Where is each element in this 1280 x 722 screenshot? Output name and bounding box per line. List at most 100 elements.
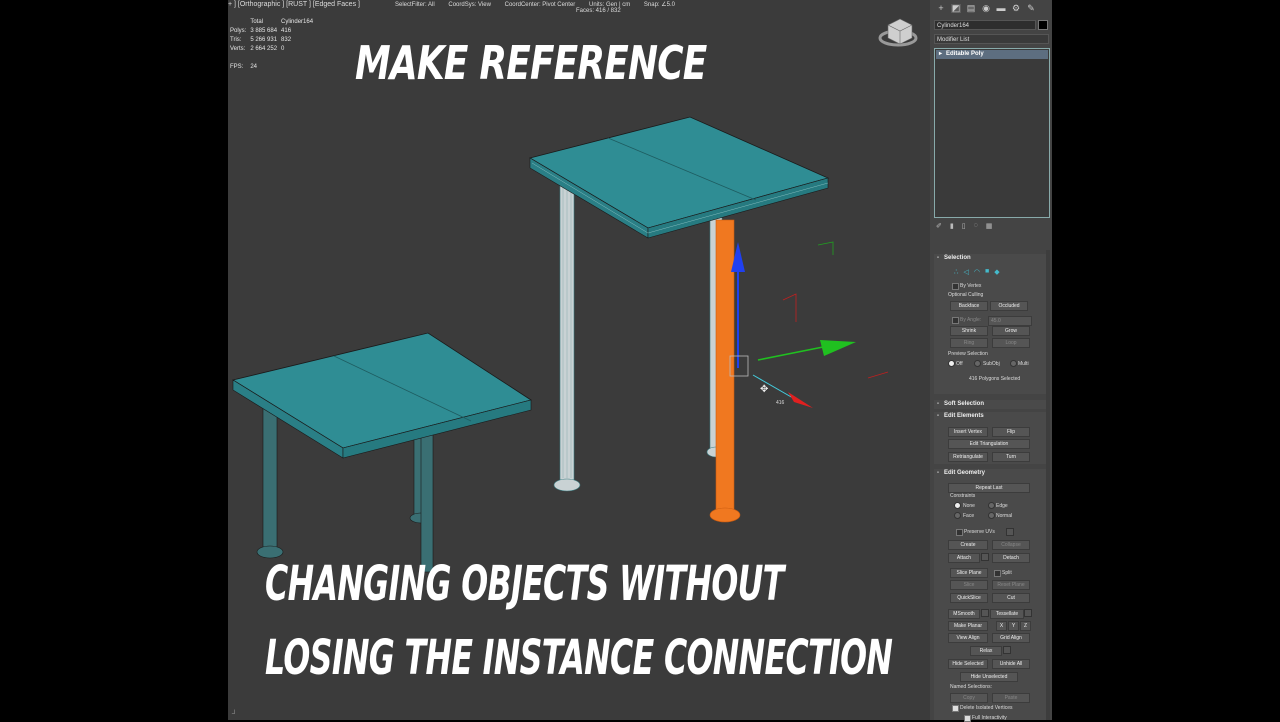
cut-button[interactable]: Cut [992,593,1030,603]
scene-3d[interactable]: ✥ ┘ [228,0,930,720]
constraint-face-radio[interactable] [954,512,961,519]
insert-vertex-button[interactable]: Insert Vertex [948,427,988,437]
select-filter[interactable]: SelectFilter: All [395,2,435,8]
view-align-button[interactable]: View Align [948,633,988,643]
wrench-icon[interactable]: ✎ [1026,4,1036,13]
loop-button[interactable]: Loop [992,338,1030,348]
edit-elements-header[interactable]: Edit Elements [934,412,1046,421]
grow-button[interactable]: Grow [992,326,1030,336]
constraint-normal-label: Normal [996,513,1013,519]
constraint-none-radio[interactable] [954,502,961,509]
slice-plane-button[interactable]: Slice Plane [950,568,988,578]
paste-button[interactable]: Paste [992,693,1030,703]
delete-isolated-label: Delete Isolated Vertices [960,705,1013,711]
slice-button[interactable]: Slice [950,580,988,590]
pin-icon[interactable]: ✐ [936,222,942,230]
hierarchy-icon[interactable]: ▤ [966,4,976,13]
element-icon[interactable]: ◆ [994,268,999,276]
occluded-button[interactable]: Occluded [990,301,1028,311]
hide-selected-button[interactable]: Hide Selected [948,659,988,669]
table-front[interactable] [231,332,532,573]
gizmo-label: 416 [776,400,785,406]
by-angle-checkbox[interactable] [952,317,959,324]
show-end-icon[interactable]: ▮ [950,222,954,230]
create-button[interactable]: Create [948,540,988,550]
quickslice-button[interactable]: QuickSlice [950,593,988,603]
modify-icon[interactable]: ◩ [951,4,961,13]
edge-icon[interactable]: ◁ [963,268,968,276]
preserve-uvs-settings-icon[interactable] [1006,528,1014,536]
viewport-label[interactable]: + ] [Orthographic ] [RUST ] [Edged Faces… [228,1,360,8]
make-unique-icon[interactable]: ▯ [962,222,966,230]
collapse-button[interactable]: Collapse [992,540,1030,550]
angle-spinner[interactable]: 45.0 [988,316,1032,326]
modifier-stack[interactable]: ▸ Editable Poly [934,48,1050,218]
viewport[interactable]: ✥ ┘ + ] [Orthographic ] [RUST ] [Edged F… [228,0,930,720]
expand-icon[interactable]: ▸ [939,50,942,59]
modifier-list-dropdown[interactable]: Modifier List [934,34,1049,44]
constraint-normal-radio[interactable] [988,512,995,519]
coord-center[interactable]: CoordCenter: Pivot Center [505,2,576,8]
unhide-all-button[interactable]: Unhide All [992,659,1030,669]
backface-button[interactable]: Backface [950,301,988,311]
make-planar-button[interactable]: Make Planar [948,621,988,631]
viewcube[interactable] [878,18,918,47]
remove-modifier-icon[interactable]: ◌ [974,222,978,230]
polygon-icon[interactable]: ■ [985,268,989,276]
full-interactivity-checkbox[interactable] [964,715,971,722]
vertex-icon[interactable]: ∴ [954,268,958,276]
tessellate-settings-icon[interactable] [1024,609,1032,617]
reset-plane-button[interactable]: Reset Plane [992,580,1030,590]
border-icon[interactable]: ◠ [974,268,980,276]
relax-settings-icon[interactable] [1003,646,1011,654]
motion-icon[interactable]: ◉ [981,4,991,13]
attach-button[interactable]: Attach [948,553,980,563]
hide-unselected-button[interactable]: Hide Unselected [960,672,1018,682]
preserve-uvs-checkbox[interactable] [956,529,963,536]
edit-geometry-header[interactable]: Edit Geometry [934,469,1046,478]
preview-multi-radio[interactable] [1010,360,1017,367]
panel-scrollbar[interactable] [1046,250,1050,720]
flip-button[interactable]: Flip [992,427,1030,437]
repeat-last-button[interactable]: Repeat Last [948,483,1030,493]
attach-settings-icon[interactable] [981,553,989,561]
copy-button[interactable]: Copy [950,693,988,703]
by-vertex-checkbox[interactable] [952,283,959,290]
preview-off-radio[interactable] [948,360,955,367]
turn-button[interactable]: Turn [992,452,1030,462]
split-checkbox[interactable] [994,570,1001,577]
plus-icon[interactable]: + [936,4,946,13]
planar-x-button[interactable]: X [996,621,1007,631]
selection-header[interactable]: Selection [934,254,1046,263]
shrink-button[interactable]: Shrink [950,326,988,336]
configure-icon[interactable]: ▦ [986,222,993,230]
planar-y-button[interactable]: Y [1008,621,1019,631]
delete-isolated-checkbox[interactable] [952,705,959,712]
preview-multi-label: Multi [1018,361,1029,367]
detach-button[interactable]: Detach [992,553,1030,563]
msmooth-settings-icon[interactable] [981,609,989,617]
constraint-face-label: Face [963,513,975,519]
transform-gizmo[interactable]: ✥ [729,241,889,408]
object-color-swatch[interactable] [1038,20,1048,30]
tessellate-button[interactable]: Tessellate [990,609,1024,619]
snap[interactable]: Snap: ∠5.0 [644,2,675,8]
stack-item-editable-poly[interactable]: ▸ Editable Poly [936,50,1048,59]
svg-text:┘: ┘ [231,709,237,718]
by-angle-label: By Angle: [960,317,982,323]
relax-button[interactable]: Relax [970,646,1002,656]
utilities-icon[interactable]: ⚙ [1011,4,1021,13]
edit-triangulation-button[interactable]: Edit Triangulation [948,439,1030,449]
constraint-edge-radio[interactable] [988,502,995,509]
retriangulate-button[interactable]: Retriangulate [948,452,988,462]
grid-align-button[interactable]: Grid Align [992,633,1030,643]
display-icon[interactable]: ▬ [996,4,1006,13]
object-name-field[interactable]: Cylinder164 [934,20,1036,30]
coord-sys[interactable]: CoordSys: View [448,2,491,8]
planar-z-button[interactable]: Z [1020,621,1031,631]
preview-subobj-radio[interactable] [974,360,981,367]
msmooth-button[interactable]: MSmooth [948,609,980,619]
soft-selection-header[interactable]: Soft Selection [934,400,1046,409]
ring-button[interactable]: Ring [950,338,988,348]
table-back[interactable] [528,116,830,492]
